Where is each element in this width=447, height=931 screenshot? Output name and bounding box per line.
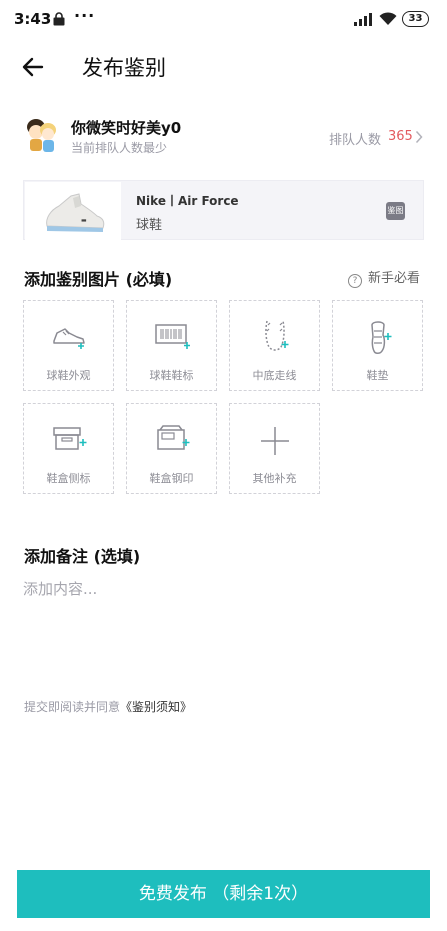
- page-title: 发布鉴别: [82, 56, 166, 80]
- upload-tile-box-stamp[interactable]: 鞋盒钢印: [126, 403, 217, 494]
- beginner-guide-label: 新手必看: [368, 271, 421, 286]
- tile-label: 鞋盒侧标: [46, 472, 91, 485]
- box-stamp-icon: [156, 425, 189, 450]
- submit-button[interactable]: 免费发布 （剩余1次）: [17, 870, 430, 918]
- battery-indicator: 33: [402, 11, 429, 27]
- agreement-link[interactable]: 《鉴别须知》: [120, 700, 192, 714]
- upload-tile-insole[interactable]: 鞋垫: [332, 300, 423, 391]
- box-side-label-icon: [52, 427, 86, 450]
- avatar[interactable]: [24, 117, 58, 155]
- tile-label: 鞋盒钢印: [149, 472, 194, 485]
- chevron-right-icon[interactable]: [415, 130, 423, 144]
- queue-label[interactable]: 排队人数: [329, 129, 381, 148]
- question-icon: ?: [348, 274, 362, 288]
- upload-tile-other[interactable]: 其他补充: [229, 403, 320, 494]
- agreement-text: 提交即阅读并同意《鉴别须知》: [24, 698, 192, 715]
- lock-icon: [53, 12, 65, 26]
- notes-section-title: 添加备注 (选填): [24, 547, 141, 566]
- username: 你微笑时好美y0: [71, 119, 182, 137]
- sneaker-photo: ▬: [46, 193, 105, 232]
- signal-icon: [354, 13, 372, 26]
- beginner-guide-link[interactable]: ? 新手必看: [348, 267, 420, 288]
- tile-label: 球鞋外观: [46, 369, 91, 382]
- midsole-stitch-icon: [264, 320, 288, 351]
- back-arrow-icon[interactable]: [18, 52, 48, 82]
- insole-icon: [370, 321, 391, 354]
- product-tag-badge: 鉴图: [386, 202, 405, 220]
- status-bar: 3:43 ··· 33: [0, 0, 447, 40]
- upload-tile-sneaker-exterior[interactable]: 球鞋外观: [23, 300, 114, 391]
- queue-hint: 当前排队人数最少: [71, 141, 168, 155]
- product-card[interactable]: ▬ Nike丨Air Force 球鞋 鉴图: [23, 180, 424, 240]
- upload-tile-box-side-label[interactable]: 鞋盒侧标: [23, 403, 114, 494]
- queue-count[interactable]: 365: [388, 129, 413, 144]
- tile-label: 其他补充: [252, 472, 297, 485]
- wifi-icon: [379, 12, 397, 25]
- svg-text:▬: ▬: [81, 217, 87, 224]
- tile-label: 球鞋鞋标: [149, 369, 194, 382]
- upload-tile-shoe-label[interactable]: 球鞋鞋标: [126, 300, 217, 391]
- tile-label: 鞋垫: [366, 369, 389, 382]
- agreement-prefix: 提交即阅读并同意: [24, 700, 121, 714]
- barcode-label-icon: [154, 324, 190, 349]
- product-brand: Nike丨Air Force: [136, 194, 239, 208]
- product-category: 球鞋: [136, 218, 163, 233]
- plus-icon: [260, 427, 289, 455]
- notes-input[interactable]: [23, 578, 423, 668]
- upload-tile-midsole-stitch[interactable]: 中底走线: [229, 300, 320, 391]
- tile-label: 中底走线: [252, 369, 297, 382]
- status-time: 3:43: [14, 10, 52, 28]
- product-image: ▬: [25, 182, 121, 240]
- notification-dots: ···: [74, 6, 96, 25]
- sneaker-icon: [52, 328, 85, 349]
- images-section-title: 添加鉴别图片 (必填): [24, 270, 173, 289]
